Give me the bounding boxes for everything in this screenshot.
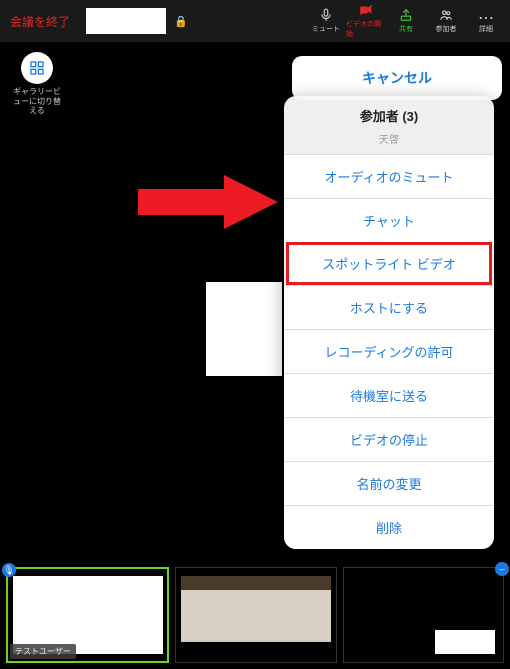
thumb-name-1: テストユーザー [10,644,76,659]
lock-icon: 🔒 [174,15,188,28]
action-make-host[interactable]: ホストにする [284,285,494,329]
gallery-view-toggle[interactable]: ギャラリービューに切り替える [10,52,64,116]
participant-thumb-1[interactable]: 🎙 テストユーザー [6,567,169,663]
leave-meeting-button[interactable]: 会議を終了 [0,13,80,30]
mic-icon [317,8,335,22]
mute-button[interactable]: ミュート [306,0,346,42]
participants-label: 参加者 [436,24,457,34]
sheet-subtitle: 天啓 [284,131,494,154]
thumb-overlay-3 [435,630,495,654]
video-off-icon [357,3,375,17]
participants-icon [437,8,455,22]
gallery-toggle-label: ギャラリービューに切り替える [10,87,64,116]
participant-thumb-3[interactable]: – [343,567,504,663]
participants-button[interactable]: 参加者 [426,0,466,42]
grid-icon [21,52,53,84]
minimize-badge-icon: – [495,562,509,576]
video-label: ビデオの開始 [346,19,386,39]
thumb-video-1 [13,576,163,653]
more-label: 詳細 [479,24,493,34]
mute-label: ミュート [312,24,340,34]
action-stop-video[interactable]: ビデオの停止 [284,417,494,461]
thumb-video-2 [181,576,331,655]
meeting-title-placeholder [86,8,166,34]
action-waiting-room[interactable]: 待機室に送る [284,373,494,417]
share-icon [397,8,415,22]
action-mute-audio[interactable]: オーディオのミュート [284,154,494,198]
action-remove[interactable]: 削除 [284,505,494,549]
action-rename[interactable]: 名前の変更 [284,461,494,505]
action-chat[interactable]: チャット [284,198,494,242]
action-allow-record[interactable]: レコーディングの許可 [284,329,494,373]
sheet-title: 参加者 (3) [284,96,494,131]
audio-badge-icon: 🎙 [2,563,16,577]
top-toolbar: 会議を終了 🔒 ミュート ビデオの開始 共有 参加者 ⋯ 詳細 [0,0,510,42]
share-label: 共有 [399,24,413,34]
annotation-arrow [138,175,278,229]
start-video-button[interactable]: ビデオの開始 [346,0,386,42]
participant-thumb-2[interactable] [175,567,336,663]
more-icon: ⋯ [477,8,495,22]
sheet-cancel-button[interactable]: キャンセル [292,56,502,100]
participant-action-sheet: 参加者 (3) 天啓 オーディオのミュート チャット スポットライト ビデオ ホ… [292,48,502,108]
action-spotlight-video[interactable]: スポットライト ビデオ [286,242,492,285]
more-button[interactable]: ⋯ 詳細 [466,0,506,42]
video-filmstrip: 🎙 テストユーザー – [6,567,504,663]
action-sheet-body: 参加者 (3) 天啓 オーディオのミュート チャット スポットライト ビデオ ホ… [284,96,494,549]
toolbar-right: ミュート ビデオの開始 共有 参加者 ⋯ 詳細 [306,0,506,42]
video-placeholder [206,282,282,376]
share-button[interactable]: 共有 [386,0,426,42]
